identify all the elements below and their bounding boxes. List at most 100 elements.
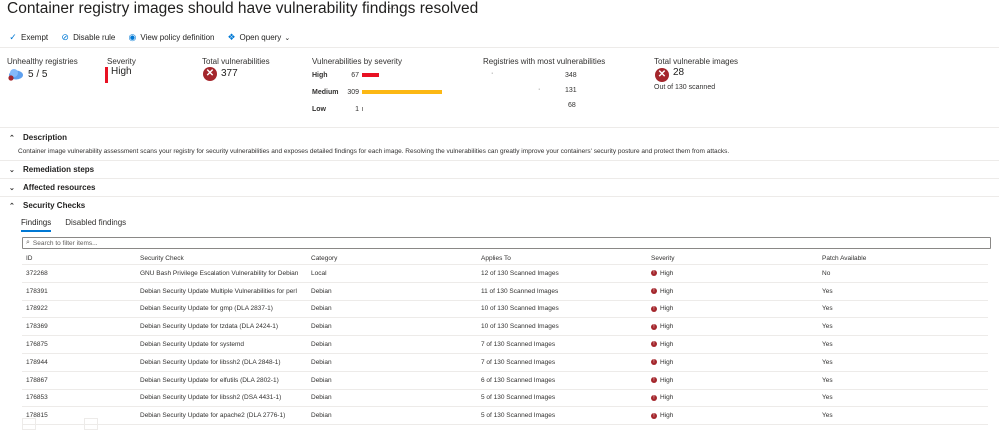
disable-rule-button[interactable]: ⊘ Disable rule (60, 32, 115, 43)
disable-rule-label: Disable rule (73, 33, 116, 42)
table-row[interactable]: 176853 Debian Security Update for libssh2… (22, 389, 988, 408)
applies-to-cell: 7 of 130 Scanned Images (477, 335, 647, 354)
severity-cell: ! High (647, 300, 818, 319)
exempt-button[interactable]: ✓ Exempt (8, 32, 48, 43)
severity-row-medium: Medium 309 (312, 87, 452, 97)
security-check-cell: Debian Security Update for elfutils (DLA… (136, 371, 307, 390)
high-severity-icon: ! (651, 287, 657, 294)
column-header-severity[interactable]: Severity (647, 252, 818, 265)
registry-name-redacted: · (491, 70, 494, 77)
table-row[interactable]: 178815 Debian Security Update for apache2… (22, 406, 988, 426)
exempt-footer-button[interactable] (84, 418, 98, 430)
patch-available-cell: Yes (818, 371, 988, 390)
table-row[interactable]: 178391 Debian Security Update Multiple Vu… (22, 282, 988, 301)
registry-cloud-icon (8, 69, 23, 81)
security-check-cell: Debian Security Update for apache2 (DLA … (136, 406, 307, 426)
affected-resources-toggle[interactable]: ⌄ Affected resources (9, 183, 95, 192)
patch-available-cell: Yes (818, 335, 988, 354)
category-cell: Debian (307, 353, 477, 372)
column-header-applies-to[interactable]: Applies To (477, 252, 647, 265)
tab-findings[interactable]: Findings (21, 218, 52, 232)
severity-text: High (660, 323, 674, 331)
severity-cell: ! High (647, 335, 818, 354)
severity-row-count: 1 (355, 105, 359, 113)
vulnerabilities-by-severity-label: Vulnerabilities by severity (312, 57, 402, 66)
chevron-down-icon: ⌄ (9, 166, 15, 174)
table-row[interactable]: 372268 GNU Bash Privilege Escalation Vuln… (22, 264, 988, 283)
chevron-down-icon: ⌄ (284, 34, 291, 42)
security-check-cell: Debian Security Update for tzdata (DLA 2… (136, 317, 307, 337)
high-severity-icon: ! (651, 359, 657, 366)
column-header-security-check[interactable]: Security Check (136, 252, 307, 265)
high-severity-icon: ! (651, 341, 657, 348)
policy-icon: ◉ (128, 32, 137, 42)
page-title: Container registry images should have vu… (7, 0, 479, 17)
security-checks-table: ID Security Check Category Applies To Se… (22, 252, 988, 426)
affected-resources-heading: Affected resources (23, 183, 96, 192)
table-row[interactable]: 178369 Debian Security Update for tzdata … (22, 317, 988, 337)
view-policy-definition-button[interactable]: ◉ View policy definition (127, 32, 214, 43)
query-icon: ❖ (227, 32, 236, 42)
description-heading: Description (23, 133, 68, 142)
open-query-button[interactable]: ❖ Open query ⌄ (227, 32, 291, 43)
id-cell: 178815 (22, 406, 136, 426)
toolbar-divider (0, 47, 999, 48)
search-filter-input[interactable]: ⌕ Search to filter items... (22, 237, 991, 249)
id-cell: 178391 (22, 282, 136, 301)
severity-text: High (660, 412, 674, 420)
applies-to-cell: 10 of 130 Scanned Images (477, 317, 647, 337)
more-options-button[interactable]: ··· (384, 3, 397, 14)
severity-text: High (660, 287, 674, 295)
remediation-steps-heading: Remediation steps (23, 165, 95, 174)
registries-most-vulnerabilities-label: Registries with most vulnerabilities (483, 57, 606, 66)
table-row[interactable]: 178944 Debian Security Update for libssh2… (22, 353, 988, 372)
severity-cell: ! High (647, 282, 818, 301)
severity-row-count: 309 (347, 88, 359, 96)
tab-disabled-findings[interactable]: Disabled findings (65, 218, 126, 232)
severity-row-label: Medium (312, 88, 339, 96)
security-checks-toggle[interactable]: ⌃ Security Checks (9, 201, 85, 210)
registry-count: 131 (565, 87, 577, 94)
severity-cell: ! High (647, 406, 818, 426)
severity-breakdown: High 67 Medium 309 Low 1 (312, 70, 452, 114)
security-check-cell: Debian Security Update for gmp (DLA 2837… (136, 300, 307, 319)
category-cell: Local (307, 264, 477, 283)
id-cell: 176875 (22, 335, 136, 354)
id-cell: 372268 (22, 264, 136, 283)
applies-to-cell: 12 of 130 Scanned Images (477, 264, 647, 283)
category-cell: Debian (307, 300, 477, 319)
table-row[interactable]: 178922 Debian Security Update for gmp (DL… (22, 300, 988, 319)
category-cell: Debian (307, 317, 477, 337)
patch-available-cell: Yes (818, 406, 988, 426)
column-header-id[interactable]: ID (22, 252, 136, 265)
severity-cell: ! High (647, 317, 818, 337)
id-cell: 178944 (22, 353, 136, 372)
column-header-patch-available[interactable]: Patch Available (818, 252, 988, 265)
total-vulnerable-images-sub: Out of 130 scanned (654, 84, 716, 91)
error-icon: ✕ (203, 67, 217, 81)
table-row[interactable]: 178867 Debian Security Update for elfutil… (22, 371, 988, 390)
trigger-logic-app-button[interactable] (22, 418, 36, 430)
severity-text: High (660, 269, 674, 277)
applies-to-cell: 11 of 130 Scanned Images (477, 282, 647, 301)
applies-to-cell: 10 of 130 Scanned Images (477, 300, 647, 319)
patch-available-cell: Yes (818, 282, 988, 301)
command-bar: ✓ Exempt ⊘ Disable rule ◉ View policy defin… (8, 32, 290, 43)
description-section-toggle[interactable]: ⌃ Description (9, 133, 67, 142)
severity-label: Severity (107, 57, 136, 66)
severity-row-count: 67 (351, 71, 359, 79)
id-cell: 178922 (22, 300, 136, 319)
severity-cell: ! High (647, 264, 818, 283)
chevron-up-icon: ⌃ (9, 134, 15, 142)
severity-cell: ! High (647, 353, 818, 372)
kpi-divider (0, 127, 999, 128)
remediation-steps-toggle[interactable]: ⌄ Remediation steps (9, 165, 94, 174)
severity-indicator (105, 67, 108, 83)
registry-name-redacted: · (538, 86, 541, 93)
table-row[interactable]: 176875 Debian Security Update for systemd… (22, 335, 988, 354)
patch-available-cell: No (818, 264, 988, 283)
patch-available-cell: Yes (818, 300, 988, 319)
search-icon: ⌕ (26, 239, 30, 246)
high-severity-icon: ! (651, 394, 657, 401)
column-header-category[interactable]: Category (307, 252, 477, 265)
